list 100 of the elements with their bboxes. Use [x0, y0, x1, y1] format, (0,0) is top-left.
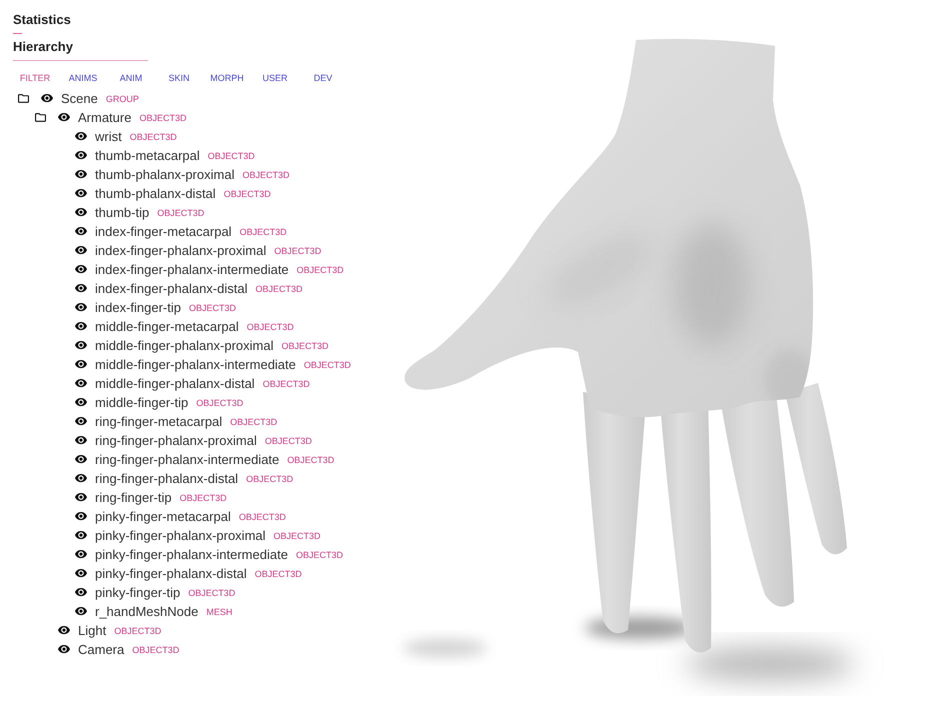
eye-icon[interactable]	[75, 398, 87, 407]
node-type: GROUP	[106, 92, 139, 104]
node-name[interactable]: index-finger-phalanx-distal	[95, 280, 248, 296]
node-type: OBJECT3D	[296, 264, 344, 276]
eye-icon[interactable]	[75, 550, 87, 559]
eye-icon[interactable]	[75, 208, 87, 217]
eye-icon[interactable]	[75, 436, 87, 445]
node-name[interactable]: thumb-tip	[95, 204, 150, 220]
eye-icon[interactable]	[41, 94, 53, 103]
section-header[interactable]: Statistics	[13, 12, 71, 28]
node-name[interactable]: thumb-metacarpal	[95, 148, 200, 164]
eye-icon[interactable]	[75, 265, 87, 274]
node-type: OBJECT3D	[240, 226, 287, 238]
eye-icon[interactable]	[75, 588, 87, 597]
node-type: OBJECT3D	[132, 644, 180, 656]
node-name[interactable]: Scene	[61, 90, 98, 106]
node-name[interactable]: ring-finger-phalanx-proximal	[95, 432, 257, 448]
node-name[interactable]: pinky-finger-phalanx-distal	[95, 566, 247, 582]
node-type: MESH	[206, 606, 232, 618]
node-name[interactable]: thumb-phalanx-distal	[95, 186, 216, 202]
filter-tab[interactable]: ANIMS	[59, 71, 107, 85]
eye-icon[interactable]	[75, 607, 87, 616]
node-name[interactable]: Armature	[78, 110, 132, 126]
node-name[interactable]: middle-finger-tip	[95, 394, 188, 410]
node-name[interactable]: index-finger-phalanx-proximal	[95, 242, 266, 258]
filter-tab[interactable]: DEV	[299, 71, 347, 85]
eye-icon[interactable]	[75, 474, 87, 483]
node-name[interactable]: ring-finger-tip	[95, 490, 172, 506]
node-type: OBJECT3D	[255, 282, 302, 294]
eye-icon[interactable]	[75, 455, 87, 464]
node-type: OBJECT3D	[246, 320, 294, 332]
node-type: OBJECT3D	[224, 188, 271, 200]
eye-icon[interactable]	[58, 113, 70, 122]
eye-icon[interactable]	[75, 379, 87, 388]
node-name[interactable]: middle-finger-phalanx-intermediate	[95, 356, 296, 372]
node-type: OBJECT3D	[139, 112, 186, 124]
eye-icon[interactable]	[75, 417, 87, 426]
eye-icon[interactable]	[75, 227, 87, 236]
eye-icon[interactable]	[75, 493, 87, 502]
eye-icon[interactable]	[75, 531, 87, 540]
eye-icon[interactable]	[75, 170, 87, 179]
eye-icon[interactable]	[75, 322, 87, 331]
node-name[interactable]: index-finger-metacarpal	[95, 224, 232, 240]
eye-icon[interactable]	[75, 512, 87, 521]
node-name[interactable]: r_handMeshNode	[95, 604, 198, 620]
eye-icon[interactable]	[75, 132, 87, 141]
node-name[interactable]: pinky-finger-phalanx-intermediate	[95, 546, 288, 562]
node-type: OBJECT3D	[281, 340, 328, 352]
eye-icon[interactable]	[75, 360, 87, 369]
node-name[interactable]: Camera	[78, 642, 124, 658]
node-type: OBJECT3D	[254, 568, 302, 580]
node-type: OBJECT3D	[296, 548, 343, 560]
eye-icon[interactable]	[75, 569, 87, 578]
eye-icon[interactable]	[58, 645, 70, 654]
node-name[interactable]: ring-finger-metacarpal	[95, 414, 222, 430]
eye-icon[interactable]	[75, 151, 87, 160]
node-type: OBJECT3D	[196, 396, 244, 408]
folder-icon[interactable]	[18, 94, 29, 103]
node-type: OBJECT3D	[274, 244, 322, 256]
node-type: OBJECT3D	[304, 358, 351, 370]
filter-tab[interactable]: USER	[251, 71, 299, 85]
node-type: OBJECT3D	[238, 510, 286, 522]
node-name[interactable]: middle-finger-phalanx-proximal	[95, 338, 274, 354]
eye-icon[interactable]	[75, 189, 87, 198]
node-type: OBJECT3D	[274, 530, 321, 542]
node-name[interactable]: ring-finger-phalanx-intermediate	[95, 452, 280, 468]
node-name[interactable]: pinky-finger-tip	[95, 584, 180, 600]
node-name[interactable]: index-finger-tip	[95, 300, 181, 316]
node-name[interactable]: wrist	[95, 128, 122, 144]
node-type: OBJECT3D	[246, 472, 294, 484]
node-type: OBJECT3D	[180, 492, 227, 504]
node-type: OBJECT3D	[230, 416, 278, 428]
node-type: OBJECT3D	[157, 206, 204, 218]
filter-tab[interactable]: FILTER	[11, 71, 59, 85]
filter-tab[interactable]: MORPH	[203, 71, 251, 85]
eye-icon[interactable]	[75, 341, 87, 350]
eye-icon[interactable]	[75, 284, 87, 293]
filter-tab[interactable]: SKIN	[155, 71, 203, 85]
node-name[interactable]: ring-finger-phalanx-distal	[95, 470, 238, 486]
eye-icon[interactable]	[58, 626, 70, 635]
node-name[interactable]: pinky-finger-phalanx-proximal	[95, 528, 266, 544]
node-name[interactable]: middle-finger-metacarpal	[95, 318, 239, 334]
node-name[interactable]: middle-finger-phalanx-distal	[95, 376, 255, 392]
node-type: OBJECT3D	[208, 150, 255, 162]
node-type: OBJECT3D	[189, 302, 236, 314]
eye-icon[interactable]	[75, 303, 87, 312]
eye-icon[interactable]	[75, 246, 87, 255]
node-name[interactable]: thumb-phalanx-proximal	[95, 166, 234, 182]
section-header[interactable]: Hierarchy	[13, 39, 73, 55]
node-type: OBJECT3D	[264, 434, 312, 446]
filter-tab[interactable]: ANIM	[107, 71, 155, 85]
node-type: OBJECT3D	[130, 130, 177, 142]
node-name[interactable]: Light	[78, 622, 106, 638]
folder-icon[interactable]	[35, 113, 46, 122]
node-type: OBJECT3D	[287, 454, 334, 466]
node-type: OBJECT3D	[188, 586, 236, 598]
node-type: OBJECT3D	[242, 168, 290, 180]
node-name[interactable]: pinky-finger-metacarpal	[95, 508, 231, 524]
node-type: OBJECT3D	[114, 624, 162, 636]
node-name[interactable]: index-finger-phalanx-intermediate	[95, 262, 289, 278]
